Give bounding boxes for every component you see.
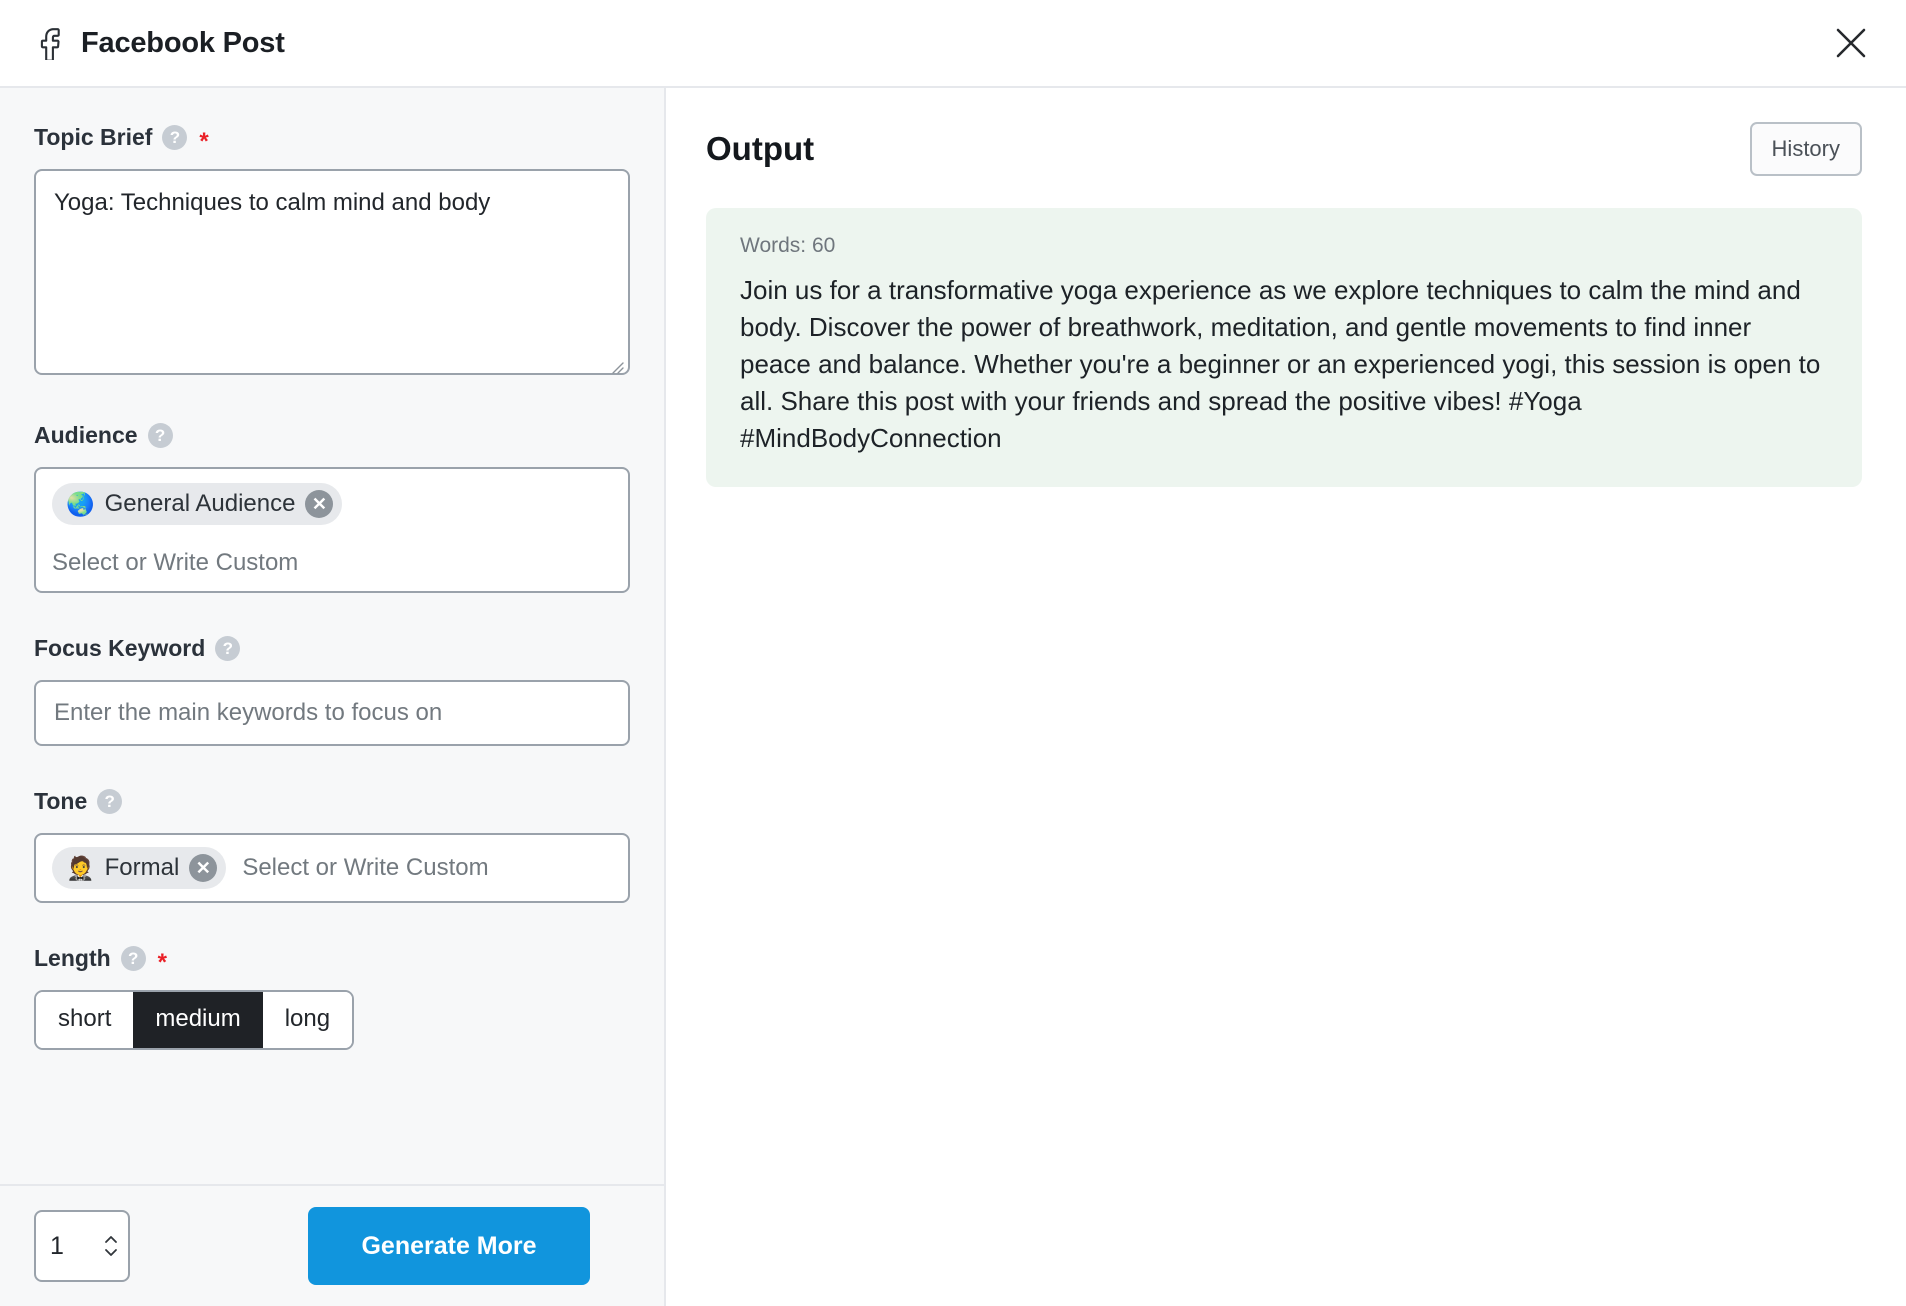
length-label-row: Length ? * <box>34 945 630 976</box>
help-icon[interactable]: ? <box>120 946 146 971</box>
tone-chip: 🤵 Formal ✕ <box>52 847 227 889</box>
focus-keyword-label-row: Focus Keyword ? <box>34 635 630 662</box>
facebook-icon <box>34 26 64 62</box>
topic-brief-input[interactable] <box>34 169 630 375</box>
output-result-card[interactable]: Words: 60 Join us for a transformative y… <box>706 208 1862 487</box>
length-segmented-control: short medium long <box>34 990 355 1051</box>
topic-brief-label: Topic Brief <box>34 124 153 150</box>
quantity-value: 1 <box>50 1231 64 1260</box>
tone-multiselect[interactable]: 🤵 Formal ✕ Select or Write Custom <box>34 833 630 903</box>
field-topic-brief: Topic Brief ? * <box>34 124 630 380</box>
output-panel: Output History Words: 60 Join us for a t… <box>666 88 1906 1306</box>
help-icon[interactable]: ? <box>215 636 241 661</box>
audience-placeholder[interactable]: Select or Write Custom <box>52 551 612 575</box>
dialog-body: Topic Brief ? * Yoga: Techniques to calm… <box>0 88 1906 1306</box>
output-title: Output <box>706 130 815 167</box>
audience-label-row: Audience ? <box>34 422 630 449</box>
tone-label-row: Tone ? <box>34 788 630 815</box>
output-header: Output History <box>706 122 1862 176</box>
form-scroll-area[interactable]: Topic Brief ? * Yoga: Techniques to calm… <box>0 88 664 1184</box>
required-asterisk: * <box>199 127 209 155</box>
stepper-arrows[interactable] <box>102 1234 120 1258</box>
form-panel: Topic Brief ? * Yoga: Techniques to calm… <box>0 88 666 1306</box>
output-generated-text: Join us for a transformative yoga experi… <box>740 275 1821 453</box>
globe-icon: 🌏 <box>66 490 95 517</box>
chevron-up-icon <box>105 1236 117 1243</box>
field-length: Length ? * short medium long <box>34 945 630 1051</box>
close-icon[interactable] <box>1828 20 1874 66</box>
length-option-medium[interactable]: medium <box>133 992 263 1049</box>
audience-chip-label: General Audience <box>104 490 296 517</box>
tone-label: Tone <box>34 788 88 814</box>
quantity-stepper[interactable]: 1 <box>34 1210 130 1282</box>
audience-chip: 🌏 General Audience ✕ <box>52 483 343 525</box>
remove-chip-icon[interactable]: ✕ <box>189 854 218 882</box>
tone-chip-label: Formal <box>104 854 180 881</box>
topic-brief-label-row: Topic Brief ? * <box>34 124 630 155</box>
dialog-header: Facebook Post <box>0 0 1906 88</box>
word-count-label: Words: 60 <box>740 234 836 257</box>
focus-keyword-input[interactable] <box>34 680 630 746</box>
required-asterisk: * <box>157 948 167 976</box>
help-icon[interactable]: ? <box>97 789 123 814</box>
field-audience: Audience ? 🌏 General Audience ✕ Select o… <box>34 422 630 593</box>
help-icon[interactable]: ? <box>147 423 173 448</box>
header-left-group: Facebook Post <box>34 26 285 62</box>
generate-more-button[interactable]: Generate More <box>308 1207 590 1285</box>
audience-multiselect[interactable]: 🌏 General Audience ✕ Select or Write Cus… <box>34 467 630 593</box>
remove-chip-icon[interactable]: ✕ <box>305 490 334 518</box>
facebook-post-generator-dialog: Facebook Post Topic Brief ? * Yoga: Tech… <box>0 0 1906 1306</box>
chevron-down-icon <box>105 1249 117 1256</box>
audience-label: Audience <box>34 422 138 448</box>
length-option-short[interactable]: short <box>36 992 134 1049</box>
length-option-long[interactable]: long <box>262 992 353 1049</box>
field-focus-keyword: Focus Keyword ? <box>34 635 630 746</box>
length-label: Length <box>34 945 111 971</box>
focus-keyword-label: Focus Keyword <box>34 635 206 661</box>
person-in-tuxedo-icon: 🤵 <box>66 854 95 881</box>
tone-placeholder[interactable]: Select or Write Custom <box>242 856 488 880</box>
help-icon[interactable]: ? <box>162 125 188 150</box>
form-footer: 1 Generate More <box>0 1184 664 1306</box>
audience-chips: 🌏 General Audience ✕ <box>52 483 612 525</box>
history-button[interactable]: History <box>1749 122 1862 176</box>
dialog-title: Facebook Post <box>81 26 285 59</box>
field-tone: Tone ? 🤵 Formal ✕ Select or Write Custom <box>34 788 630 903</box>
topic-brief-textarea-wrap <box>34 169 630 380</box>
